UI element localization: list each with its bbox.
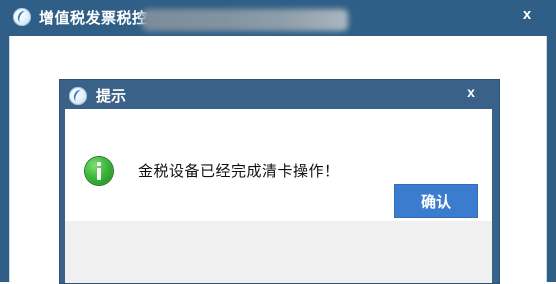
dialog-titlebar[interactable]: 提示 x — [60, 80, 499, 112]
dialog-logo-icon — [69, 87, 87, 105]
app-logo-icon — [13, 8, 31, 26]
alert-dialog: 提示 x 金税设备已经完成清卡操作！ 确认 — [59, 79, 500, 284]
info-icon-dot — [97, 162, 101, 166]
dialog-close-button[interactable]: x — [453, 83, 489, 101]
dialog-title: 提示 — [96, 87, 127, 105]
redacted-title-blur — [142, 9, 348, 31]
dialog-footer — [65, 221, 492, 283]
main-close-button[interactable]: x — [507, 4, 547, 26]
main-window-title: 增值税发票税控 — [39, 9, 148, 27]
dialog-message: 金税设备已经完成清卡操作！ — [138, 162, 340, 180]
info-icon-bar — [97, 168, 101, 180]
info-icon — [85, 157, 113, 185]
main-titlebar[interactable]: 增值税发票税控 x — [0, 0, 556, 36]
confirm-button[interactable]: 确认 — [394, 184, 478, 218]
